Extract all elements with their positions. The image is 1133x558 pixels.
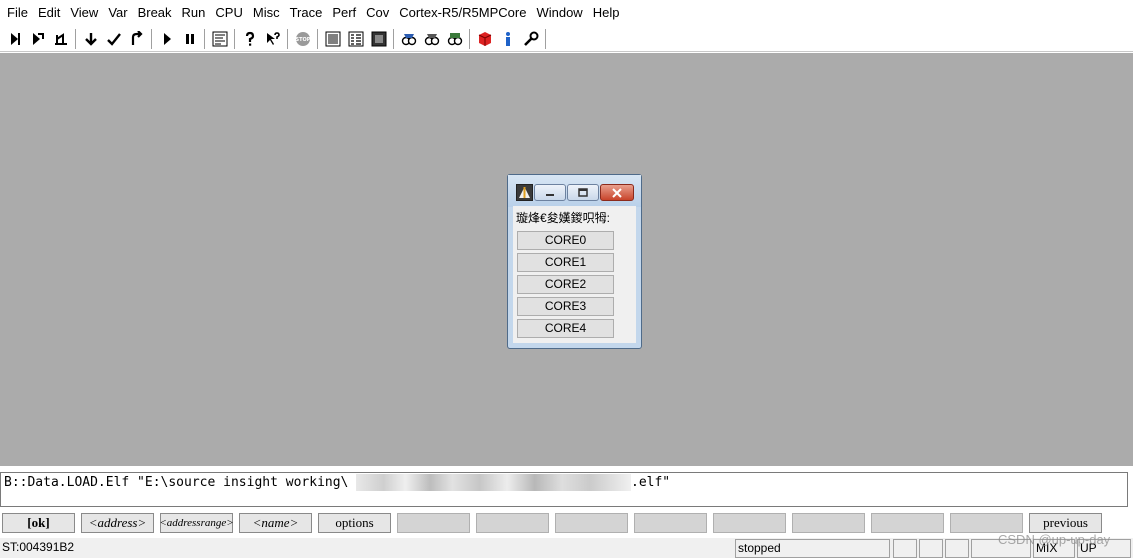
toolbar-separator [204,28,205,49]
menu-break[interactable]: Break [133,0,177,26]
help-icon[interactable] [239,29,260,49]
break-icon[interactable] [179,29,200,49]
menu-bar: File Edit View Var Break Run CPU Misc Tr… [0,0,1133,26]
menu-edit[interactable]: Edit [33,0,65,26]
softkey-bar: [ok] <address> <addressrange> <name> opt… [0,512,1133,536]
status-address: ST:004391B2 [0,539,732,558]
menu-cov[interactable]: Cov [361,0,394,26]
info-icon[interactable] [497,29,518,49]
softkey-options[interactable]: options [318,513,391,533]
menu-cpu[interactable]: CPU [210,0,247,26]
toolbar-separator [234,28,235,49]
softkey-previous[interactable]: previous [1029,513,1102,533]
cube-icon[interactable] [474,29,495,49]
list-icon[interactable] [322,29,343,49]
menu-var[interactable]: Var [103,0,132,26]
menu-misc[interactable]: Misc [248,0,285,26]
view-icon-1[interactable] [398,29,419,49]
softkey-ok[interactable]: [ok] [2,513,75,533]
return-icon[interactable] [126,29,147,49]
toolbar-separator [317,28,318,49]
softkey-empty[interactable] [713,513,786,533]
maximize-icon [578,187,588,197]
down-arrow-icon[interactable] [80,29,101,49]
toolbar-separator [75,28,76,49]
maximize-button[interactable] [567,184,599,201]
status-bar: ST:004391B2 stopped MIX UP [0,538,1133,558]
core-select-dialog: 璇烽€夋嫨鍐呮牳: CORE0 CORE1 CORE2 CORE3 CORE4 [507,174,642,349]
view-icon-3[interactable] [444,29,465,49]
trace32-app-icon [516,184,533,201]
status-field-empty [919,539,943,558]
minimize-button[interactable] [534,184,566,201]
dialog-body: 璇烽€夋嫨鍐呮牳: CORE0 CORE1 CORE2 CORE3 CORE4 [513,206,636,343]
command-text-tail: .elf" [631,475,671,490]
check-step-icon[interactable] [103,29,124,49]
core0-button[interactable]: CORE0 [517,231,614,250]
menu-run[interactable]: Run [177,0,211,26]
softkey-empty[interactable] [476,513,549,533]
watermark: CSDN @up-up-day [998,532,1111,547]
core1-button[interactable]: CORE1 [517,253,614,272]
go-icon[interactable] [156,29,177,49]
close-button[interactable] [600,184,634,201]
softkey-name[interactable]: <name> [239,513,312,533]
dialog-prompt-label: 璇烽€夋嫨鍐呮牳: [516,211,611,225]
step-return-icon[interactable] [50,29,71,49]
status-field-empty [945,539,969,558]
menu-cortex[interactable]: Cortex-R5/R5MPCore [394,0,531,26]
workspace: 璇烽€夋嫨鍐呮牳: CORE0 CORE1 CORE2 CORE3 CORE4 [0,53,1133,466]
toolbar-separator [469,28,470,49]
dump-icon[interactable] [345,29,366,49]
menu-file[interactable]: File [2,0,33,26]
toolbar-separator [287,28,288,49]
svg-text:STOP: STOP [295,37,310,43]
menu-trace[interactable]: Trace [285,0,328,26]
softkey-empty[interactable] [871,513,944,533]
step-into-icon[interactable] [4,29,25,49]
softkey-empty[interactable] [950,513,1023,533]
toolbar-separator [393,28,394,49]
source-list-icon[interactable] [209,29,230,49]
softkey-addressrange[interactable]: <addressrange> [159,513,234,533]
core3-button[interactable]: CORE3 [517,297,614,316]
stop-icon[interactable]: STOP [292,29,313,49]
step-over-icon[interactable] [27,29,48,49]
core4-button[interactable]: CORE4 [517,319,614,338]
status-field-empty [893,539,917,558]
command-line[interactable]: B::Data.LOAD.Elf "E:\source insight work… [0,472,1128,507]
minimize-icon [546,193,554,196]
menu-window[interactable]: Window [531,0,587,26]
softkey-empty[interactable] [634,513,707,533]
toolbar-separator [151,28,152,49]
redacted-path [356,474,631,491]
status-state: stopped [735,539,890,558]
softkey-empty[interactable] [792,513,865,533]
view-icon-2[interactable] [421,29,442,49]
wrench-icon[interactable] [520,29,541,49]
toolbar: STOP [0,26,1133,52]
register-icon[interactable] [368,29,389,49]
softkey-empty[interactable] [397,513,470,533]
dialog-titlebar[interactable] [508,175,641,207]
softkey-empty[interactable] [555,513,628,533]
toolbar-separator [545,28,546,49]
context-help-icon[interactable] [262,29,283,49]
softkey-address[interactable]: <address> [81,513,154,533]
menu-help[interactable]: Help [588,0,625,26]
command-text: B::Data.LOAD.Elf "E:\source insight work… [4,475,349,490]
core2-button[interactable]: CORE2 [517,275,614,294]
close-icon [612,187,622,198]
menu-perf[interactable]: Perf [327,0,361,26]
menu-view[interactable]: View [65,0,103,26]
